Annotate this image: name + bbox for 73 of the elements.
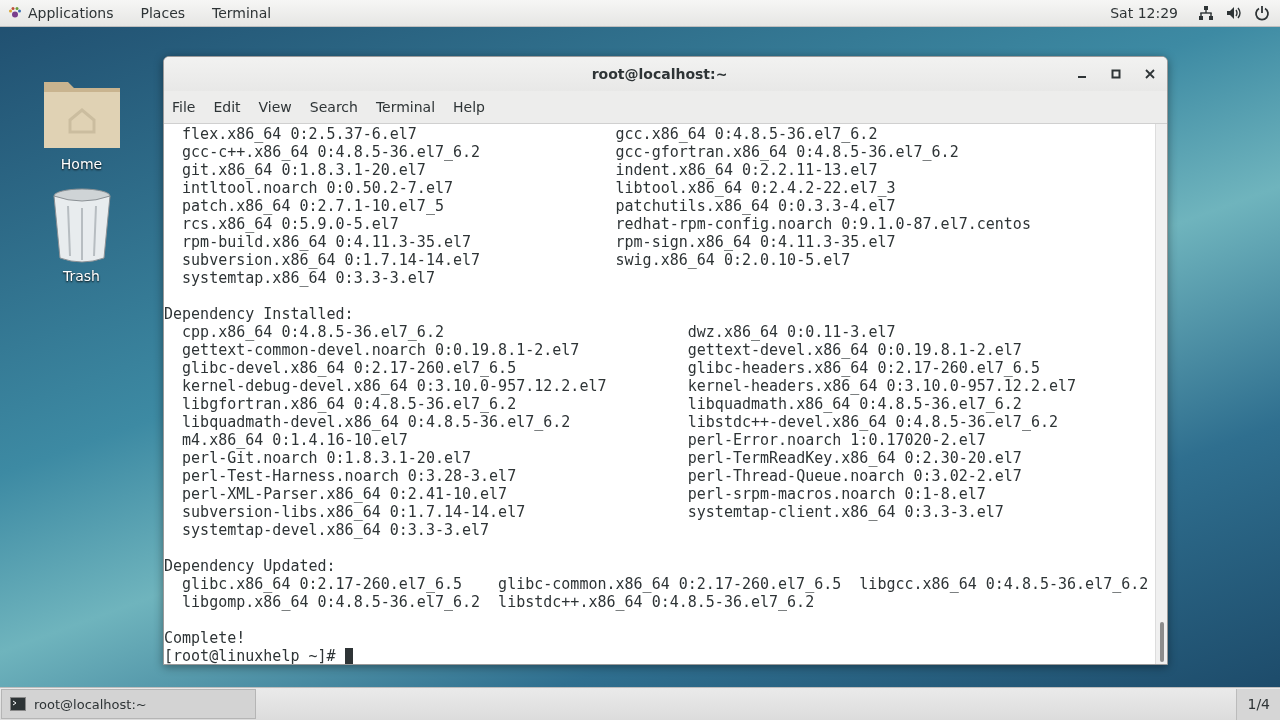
package-entry: glibc.x86_64 0:2.17-260.el7_6.5 (182, 575, 463, 593)
package-entry: rcs.x86_64 0:5.9.0-5.el7 (182, 215, 400, 233)
text-cursor (344, 647, 353, 664)
package-entry: glibc-devel.x86_64 0:2.17-260.el7_6.5 (182, 359, 518, 377)
top-menu[interactable]: Applications (8, 5, 127, 21)
package-entry: systemtap-devel.x86_64 0:3.3-3.el7 (182, 521, 491, 539)
package-entry: cpp.x86_64 0:4.8.5-36.el7_6.2 (182, 323, 445, 341)
package-entry: dwz.x86_64 0:0.11-3.el7 (687, 323, 897, 341)
package-entry: gcc.x86_64 0:4.8.5-36.el7_6.2 (615, 125, 879, 143)
menu-item[interactable]: View (252, 99, 298, 115)
maximize-icon[interactable] (1111, 69, 1121, 79)
package-entry: kernel-headers.x86_64 0:3.10.0-957.12.2.el7 (687, 377, 1078, 395)
package-entry: perl-srpm-macros.noarch 0:1-8.el7 (687, 485, 987, 503)
top-menu[interactable]: Places (140, 5, 199, 21)
package-entry: git.x86_64 0:1.8.3.1-20.el7 (182, 161, 427, 179)
close-icon[interactable] (1145, 69, 1155, 79)
icon-label[interactable]: Trash (63, 268, 100, 284)
window-title: root@localhost:~ (591, 66, 728, 82)
package-entry: gettext-common-devel.noarch 0:0.19.8.1-2.el7 (182, 341, 581, 359)
shell-prompt: [root@linuxhelp ~]# (164, 647, 336, 664)
terminal-line: Complete! (164, 629, 247, 647)
package-entry: gettext-devel.x86_64 0:0.19.8.1-2.el7 (687, 341, 1023, 359)
package-entry: m4.x86_64 0:1.4.16-10.el7 (182, 431, 409, 449)
package-entry: indent.x86_64 0:2.2.11-13.el7 (615, 161, 879, 179)
package-entry: libstdc++.x86_64 0:4.8.5-36.el7_6.2 (498, 593, 816, 611)
terminal-line: Dependency Updated: (164, 557, 337, 575)
clock[interactable]: Sat 12:29 (1110, 5, 1178, 21)
package-entry: glibc-headers.x86_64 0:2.17-260.el7_6.5 (687, 359, 1041, 377)
package-entry: flex.x86_64 0:2.5.37-6.el7 (182, 125, 418, 143)
scrollbar[interactable] (1155, 124, 1167, 664)
package-entry: rpm-build.x86_64 0:4.11.3-35.el7 (182, 233, 473, 251)
package-entry: libquadmath.x86_64 0:4.8.5-36.el7_6.2 (687, 395, 1023, 413)
package-entry: gcc-gfortran.x86_64 0:4.8.5-36.el7_6.2 (615, 143, 960, 161)
terminal-line: Dependency Installed: (164, 305, 355, 323)
package-entry: redhat-rpm-config.noarch 0:9.1.0-87.el7.centos (615, 215, 1032, 233)
top-menu[interactable]: Terminal (212, 5, 285, 21)
package-entry: perl-TermReadKey.x86_64 0:2.30-20.el7 (687, 449, 1023, 467)
package-entry: systemtap-client.x86_64 0:3.3-3.el7 (687, 503, 1005, 521)
package-entry: patchutils.x86_64 0:0.3.3-4.el7 (615, 197, 897, 215)
package-entry: systemtap.x86_64 0:3.3-3.el7 (182, 269, 436, 287)
network-icon[interactable] (1198, 5, 1214, 21)
foot-icon (8, 6, 22, 20)
workspace-indicator[interactable]: 1/4 (1236, 688, 1280, 720)
package-entry: perl-Thread-Queue.noarch 0:3.02-2.el7 (687, 467, 1023, 485)
package-entry: perl-Error.noarch 1:0.17020-2.el7 (687, 431, 987, 449)
power-icon[interactable] (1254, 5, 1270, 21)
package-entry: perl-XML-Parser.x86_64 0:2.41-10.el7 (182, 485, 509, 503)
menu-item[interactable]: Terminal (369, 99, 442, 115)
package-entry: gcc-c++.x86_64 0:4.8.5-36.el7_6.2 (182, 143, 482, 161)
terminal-icon (10, 697, 26, 711)
package-entry: perl-Git.noarch 0:1.8.3.1-20.el7 (182, 449, 473, 467)
package-entry: libgfortran.x86_64 0:4.8.5-36.el7_6.2 (182, 395, 518, 413)
menu-item[interactable]: File (166, 99, 202, 115)
package-entry: glibc-common.x86_64 0:2.17-260.el7_6.5 (498, 575, 843, 593)
package-entry: patch.x86_64 0:2.7.1-10.el7_5 (182, 197, 445, 215)
package-entry: kernel-debug-devel.x86_64 0:3.10.0-957.12.2.el7 (182, 377, 608, 395)
package-entry: swig.x86_64 0:2.0.10-5.el7 (615, 251, 852, 269)
package-entry: libtool.x86_64 0:2.4.2-22.el7_3 (615, 179, 897, 197)
package-entry: subversion-libs.x86_64 0:1.7.14-14.el7 (182, 503, 527, 521)
package-entry: libquadmath-devel.x86_64 0:4.8.5-36.el7_6.2 (182, 413, 572, 431)
volume-icon[interactable] (1226, 5, 1242, 21)
package-entry: libgomp.x86_64 0:4.8.5-36.el7_6.2 (182, 593, 482, 611)
menu-item[interactable]: Help (447, 99, 491, 115)
package-entry: libstdc++-devel.x86_64 0:4.8.5-36.el7_6.2 (687, 413, 1060, 431)
package-entry: rpm-sign.x86_64 0:4.11.3-35.el7 (615, 233, 897, 251)
package-entry: perl-Test-Harness.noarch 0:3.28-3.el7 (182, 467, 518, 485)
taskbar-item[interactable]: root@localhost:~ (1, 689, 256, 719)
package-entry: subversion.x86_64 0:1.7.14-14.el7 (182, 251, 482, 269)
menu-item[interactable]: Search (303, 99, 364, 115)
package-entry: libgcc.x86_64 0:4.8.5-36.el7_6.2 (859, 575, 1150, 593)
menu-item[interactable]: Edit (207, 99, 247, 115)
package-entry: intltool.noarch 0:0.50.2-7.el7 (182, 179, 454, 197)
icon-label[interactable]: Home (60, 156, 103, 172)
